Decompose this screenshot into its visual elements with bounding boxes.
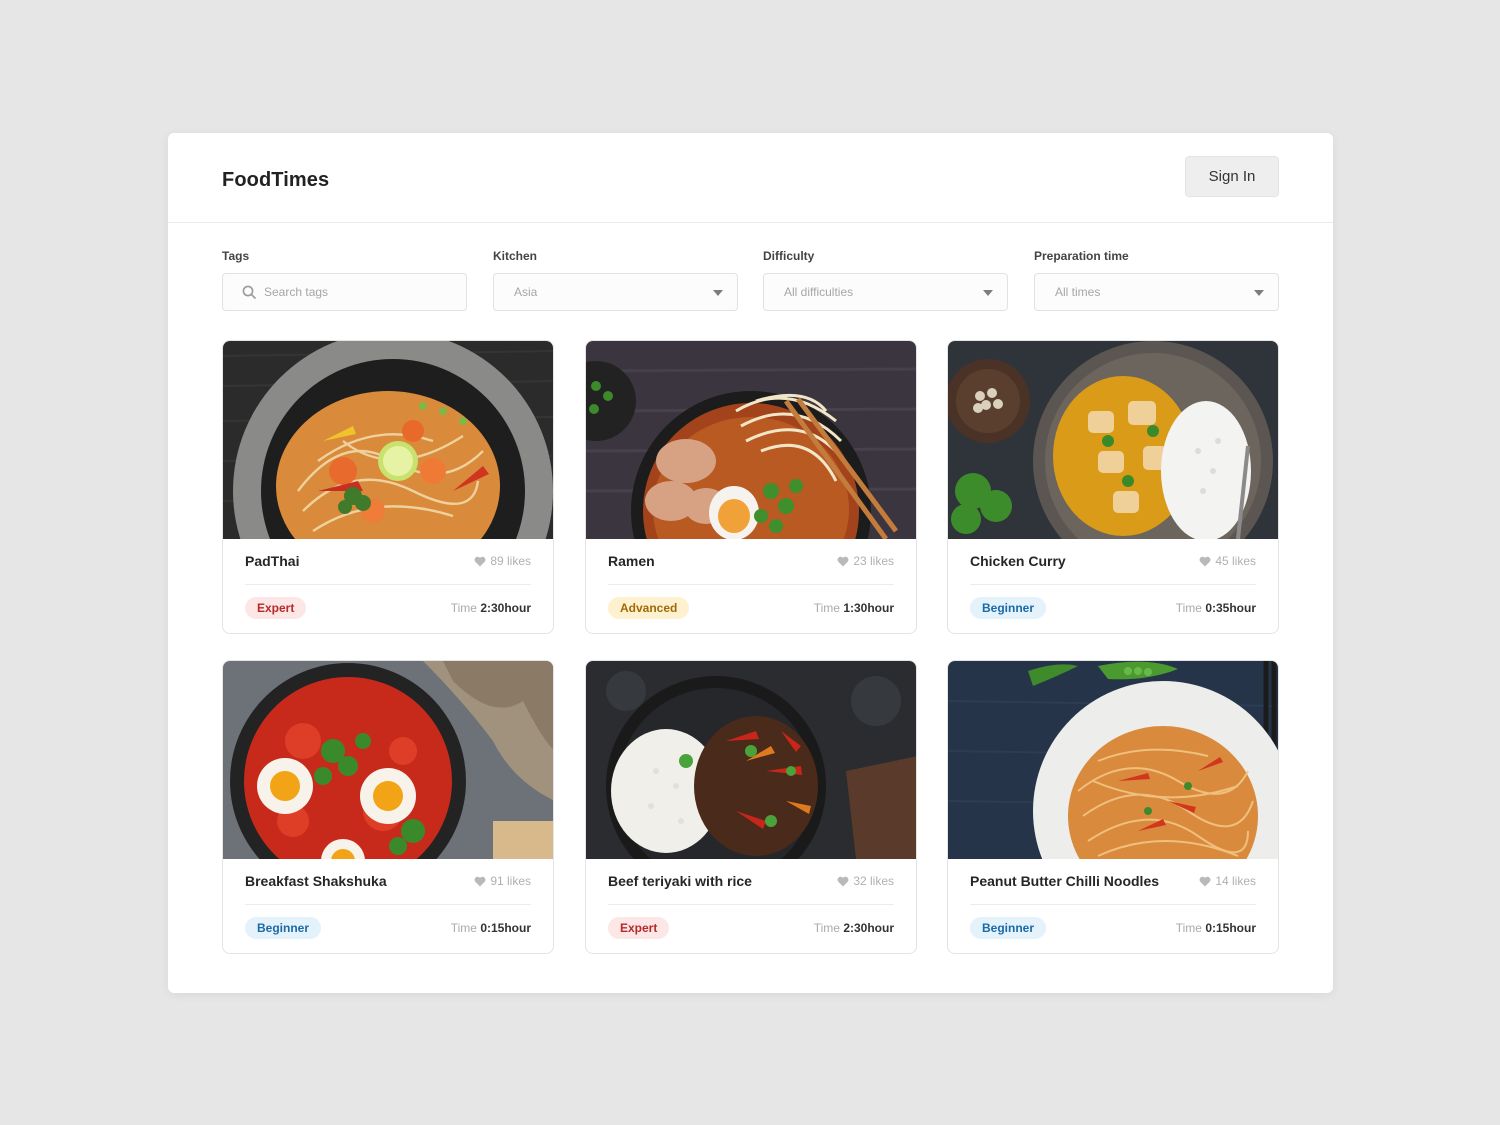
recipe-card-beef-teriyaki[interactable]: Beef teriyaki with rice 32 likes Expert … bbox=[585, 660, 917, 954]
prep-time: Time 2:30hour bbox=[814, 921, 894, 935]
brand-logo[interactable]: FoodTimes bbox=[222, 169, 329, 192]
likes-text: 32 likes bbox=[853, 874, 894, 888]
recipe-title: Beef teriyaki with rice bbox=[608, 873, 752, 889]
tags-filter: Tags Search tags bbox=[222, 249, 467, 311]
chevron-down-icon bbox=[1254, 290, 1264, 296]
likes-count[interactable]: 91 likes bbox=[474, 874, 531, 888]
time-label: Time bbox=[1175, 921, 1202, 935]
card-footer: Beginner Time 0:35hour bbox=[970, 597, 1256, 619]
card-footer: Expert Time 2:30hour bbox=[245, 597, 531, 619]
recipe-title: Ramen bbox=[608, 553, 655, 569]
sign-in-button[interactable]: Sign In bbox=[1185, 156, 1279, 197]
prep-time: Time 0:15hour bbox=[1176, 921, 1256, 935]
recipe-photo bbox=[586, 341, 916, 539]
recipe-photo bbox=[223, 661, 553, 859]
heart-icon bbox=[837, 556, 849, 566]
difficulty-value: All difficulties bbox=[784, 285, 854, 299]
prep-time-label: Preparation time bbox=[1034, 249, 1129, 263]
difficulty-select[interactable]: All difficulties bbox=[763, 273, 1008, 311]
recipe-photo bbox=[948, 661, 1278, 859]
likes-text: 45 likes bbox=[1215, 554, 1256, 568]
kitchen-value: Asia bbox=[514, 285, 538, 299]
recipe-title: PadThai bbox=[245, 553, 300, 569]
difficulty-badge: Advanced bbox=[608, 597, 690, 619]
card-footer: Beginner Time 0:15hour bbox=[970, 917, 1256, 939]
prep-time: Time 1:30hour bbox=[814, 601, 894, 615]
likes-text: 91 likes bbox=[490, 874, 531, 888]
time-value: 2:30hour bbox=[843, 921, 894, 935]
card-footer: Beginner Time 0:15hour bbox=[245, 917, 531, 939]
likes-text: 89 likes bbox=[490, 554, 531, 568]
prep-time-select[interactable]: All times bbox=[1034, 273, 1279, 311]
recipe-title: Chicken Curry bbox=[970, 553, 1066, 569]
time-label: Time bbox=[813, 921, 840, 935]
filter-bar: Tags Search tags Kitchen Asia Difficulty… bbox=[222, 249, 1279, 311]
kitchen-label: Kitchen bbox=[493, 249, 538, 263]
kitchen-select[interactable]: Asia bbox=[493, 273, 738, 311]
recipe-photo bbox=[586, 661, 916, 859]
difficulty-badge: Expert bbox=[245, 597, 307, 619]
recipe-card-shakshuka[interactable]: Breakfast Shakshuka 91 likes Beginner Ti… bbox=[222, 660, 554, 954]
app-window: FoodTimes Sign In Tags Search tags Kitch… bbox=[168, 133, 1333, 993]
search-icon bbox=[242, 285, 256, 299]
card-header: Beef teriyaki with rice 32 likes bbox=[608, 870, 894, 905]
card-header: Chicken Curry 45 likes bbox=[970, 550, 1256, 585]
top-bar: FoodTimes Sign In bbox=[168, 133, 1333, 223]
recipe-card-peanut-noodles[interactable]: Peanut Butter Chilli Noodles 14 likes Be… bbox=[947, 660, 1279, 954]
time-label: Time bbox=[450, 601, 477, 615]
difficulty-filter: Difficulty All difficulties bbox=[763, 249, 1008, 311]
card-header: Peanut Butter Chilli Noodles 14 likes bbox=[970, 870, 1256, 905]
heart-icon bbox=[1199, 556, 1211, 566]
time-label: Time bbox=[450, 921, 477, 935]
heart-icon bbox=[837, 876, 849, 886]
likes-count[interactable]: 32 likes bbox=[837, 874, 894, 888]
recipe-title: Breakfast Shakshuka bbox=[245, 873, 387, 889]
recipe-card-ramen[interactable]: Ramen 23 likes Advanced Time 1:30hour bbox=[585, 340, 917, 634]
time-label: Time bbox=[813, 601, 840, 615]
heart-icon bbox=[474, 556, 486, 566]
card-header: Breakfast Shakshuka 91 likes bbox=[245, 870, 531, 905]
prep-time-filter: Preparation time All times bbox=[1034, 249, 1279, 311]
likes-count[interactable]: 14 likes bbox=[1199, 874, 1256, 888]
heart-icon bbox=[474, 876, 486, 886]
difficulty-badge: Expert bbox=[608, 917, 670, 939]
prep-time: Time 0:15hour bbox=[451, 921, 531, 935]
likes-count[interactable]: 23 likes bbox=[837, 554, 894, 568]
chevron-down-icon bbox=[983, 290, 993, 296]
card-header: Ramen 23 likes bbox=[608, 550, 894, 585]
heart-icon bbox=[1199, 876, 1211, 886]
likes-count[interactable]: 89 likes bbox=[474, 554, 531, 568]
prep-time-value: All times bbox=[1055, 285, 1101, 299]
recipe-card-padthai[interactable]: PadThai 89 likes Expert Time 2:30hour bbox=[222, 340, 554, 634]
difficulty-badge: Beginner bbox=[970, 917, 1047, 939]
recipe-photo bbox=[948, 341, 1278, 539]
prep-time: Time 2:30hour bbox=[451, 601, 531, 615]
time-value: 1:30hour bbox=[843, 601, 894, 615]
prep-time: Time 0:35hour bbox=[1176, 601, 1256, 615]
time-label: Time bbox=[1175, 601, 1202, 615]
time-value: 0:15hour bbox=[480, 921, 531, 935]
likes-count[interactable]: 45 likes bbox=[1199, 554, 1256, 568]
tags-placeholder: Search tags bbox=[264, 285, 329, 299]
time-value: 0:15hour bbox=[1205, 921, 1256, 935]
time-value: 0:35hour bbox=[1205, 601, 1256, 615]
difficulty-label: Difficulty bbox=[763, 249, 815, 263]
tags-search-input[interactable]: Search tags bbox=[222, 273, 467, 311]
chevron-down-icon bbox=[713, 290, 723, 296]
difficulty-badge: Beginner bbox=[245, 917, 322, 939]
tags-label: Tags bbox=[222, 249, 250, 263]
recipe-card-chicken-curry[interactable]: Chicken Curry 45 likes Beginner Time 0:3… bbox=[947, 340, 1279, 634]
recipe-photo bbox=[223, 341, 553, 539]
card-footer: Expert Time 2:30hour bbox=[608, 917, 894, 939]
card-footer: Advanced Time 1:30hour bbox=[608, 597, 894, 619]
card-header: PadThai 89 likes bbox=[245, 550, 531, 585]
kitchen-filter: Kitchen Asia bbox=[493, 249, 738, 311]
recipe-title: Peanut Butter Chilli Noodles bbox=[970, 873, 1160, 889]
time-value: 2:30hour bbox=[480, 601, 531, 615]
difficulty-badge: Beginner bbox=[970, 597, 1047, 619]
likes-text: 14 likes bbox=[1215, 874, 1256, 888]
likes-text: 23 likes bbox=[853, 554, 894, 568]
